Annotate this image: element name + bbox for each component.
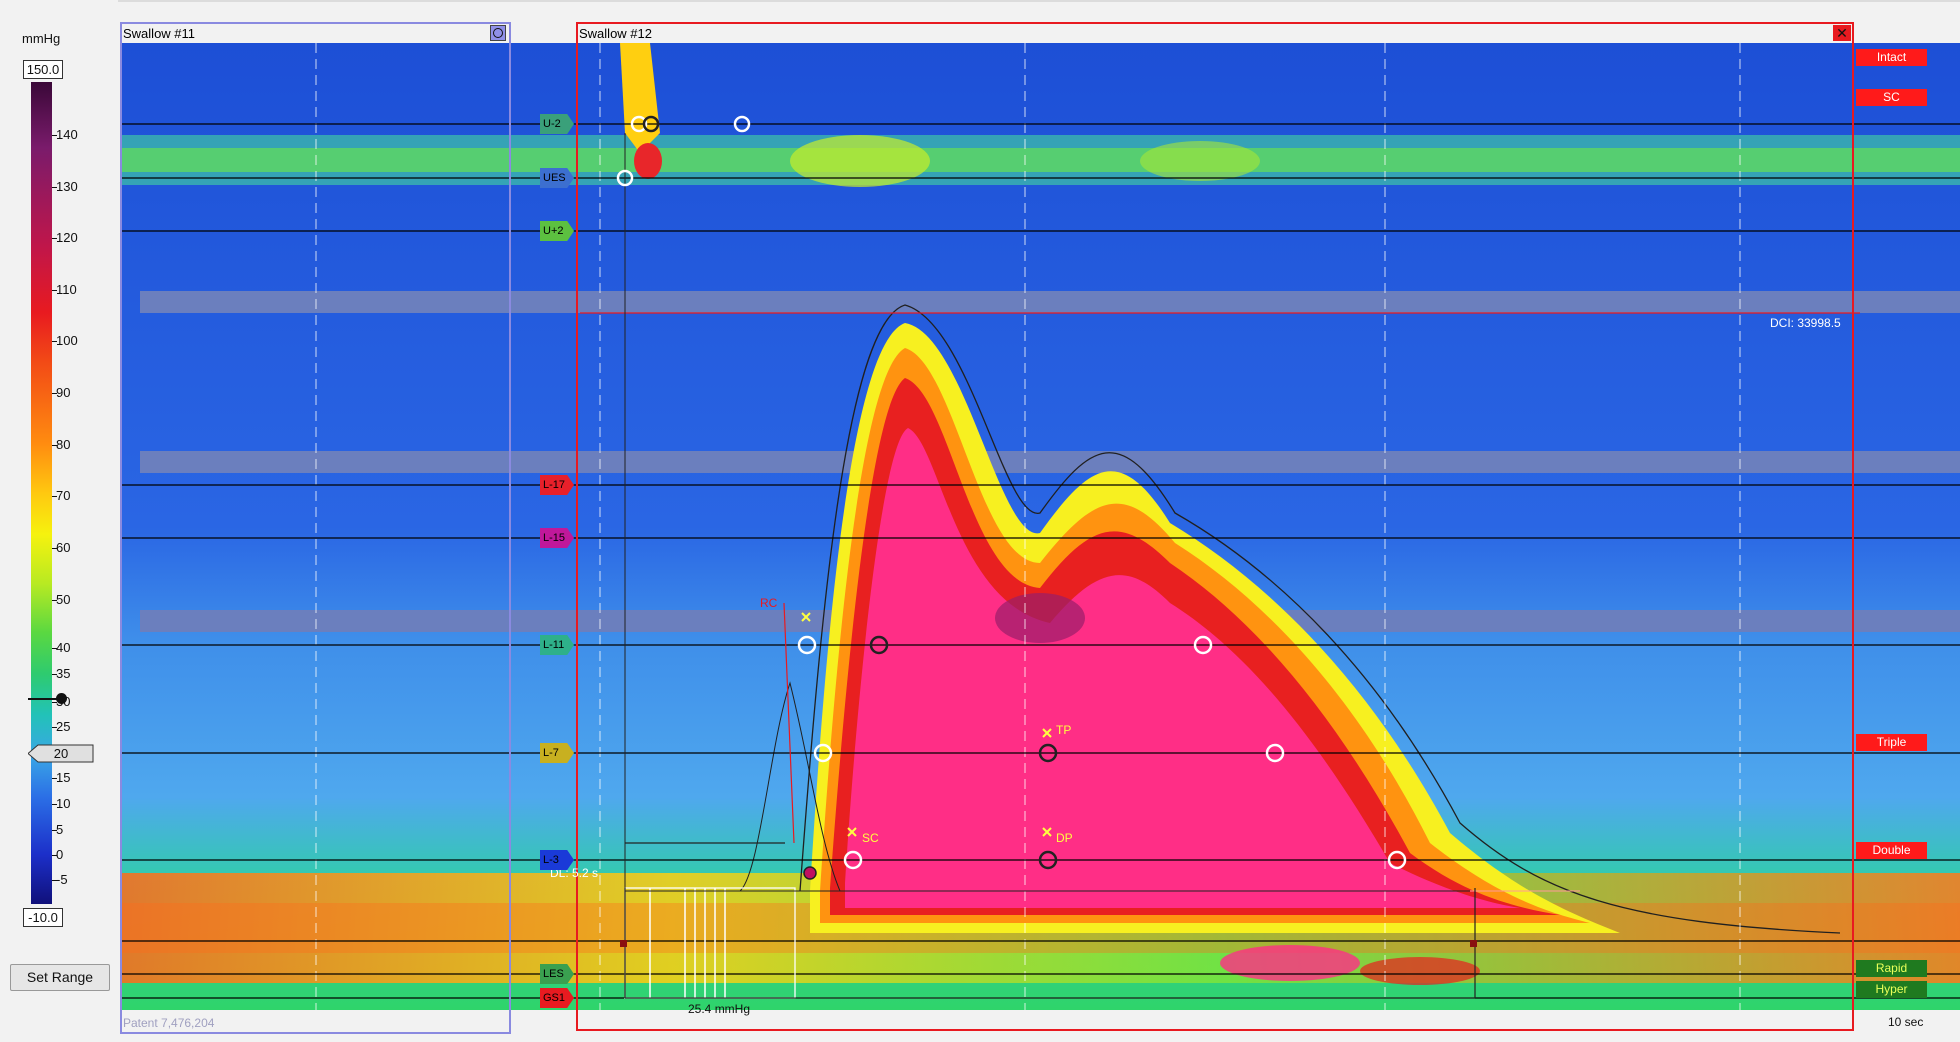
scale-tick-label: 5: [56, 822, 64, 837]
scale-tick-label: 10: [56, 796, 71, 811]
circle-icon: [493, 28, 503, 38]
scale-tick-label: 0: [56, 847, 64, 862]
sensor-label-l-3[interactable]: L-3: [540, 850, 574, 870]
scale-tick-label: 50: [56, 592, 71, 607]
sensor-label-l-17[interactable]: L-17: [540, 475, 574, 495]
panel-options-button[interactable]: [490, 25, 506, 41]
tp-marker-label: TP: [1056, 723, 1072, 737]
sensor-label-l-7[interactable]: L-7: [540, 743, 574, 763]
pressure-scale-panel: mmHg 150.0 140 130 120 110 100 90 80 70 60 50 40 35…: [0, 0, 118, 1042]
scale-tick-label: 130: [56, 179, 78, 194]
rc-marker-label: RC: [760, 596, 778, 610]
sensor-label-l-15[interactable]: L-15: [540, 528, 574, 548]
scale-tick-label: -5: [56, 872, 68, 887]
sensor-label-gs1[interactable]: GS1: [540, 988, 574, 1008]
scale-tick-label: 35: [56, 666, 71, 681]
time-scale-label: 10 sec: [1888, 1015, 1924, 1029]
scale-tick-label: 100: [56, 333, 78, 348]
patent-label: Patent 7,476,204: [123, 1016, 215, 1030]
scale-tick-label: 70: [56, 488, 71, 503]
scale-tick-label: 110: [56, 282, 77, 297]
scale-tick-label: 25: [56, 719, 71, 734]
sc-marker-label: SC: [862, 831, 879, 845]
dp-marker-label: DP: [1056, 831, 1073, 845]
scale-tick-label: 15: [56, 770, 71, 785]
threshold-handle-20[interactable]: 20: [28, 744, 94, 763]
scale-max-field[interactable]: 150.0: [23, 60, 63, 79]
scale-unit-label: mmHg: [22, 31, 61, 46]
classification-hyper[interactable]: Hyper: [1856, 981, 1927, 998]
close-icon[interactable]: ✕: [1833, 25, 1851, 41]
top-border: [0, 0, 1960, 2]
scale-tick-label: 90: [56, 385, 71, 400]
irp-value: 25.4 mmHg: [688, 1002, 751, 1016]
classification-triple[interactable]: Triple: [1856, 734, 1927, 751]
set-range-button[interactable]: Set Range: [10, 964, 110, 991]
swallow-12-title: Swallow #12: [579, 26, 652, 41]
classification-sc[interactable]: SC: [1856, 89, 1927, 106]
swallow-12-panel[interactable]: [576, 22, 1854, 1031]
scale-tick-label: 60: [56, 540, 71, 555]
swallow-11-panel[interactable]: [120, 22, 511, 1034]
sensor-label-u-plus-2[interactable]: U+2: [540, 221, 574, 241]
sensor-label-ues[interactable]: UES: [540, 168, 574, 188]
dci-value: DCI: 33998.5: [1770, 316, 1841, 330]
svg-text:20: 20: [54, 746, 68, 761]
sensor-label-u-2[interactable]: U-2: [540, 114, 574, 134]
scale-tick-label: 80: [56, 437, 71, 452]
classification-intact[interactable]: Intact: [1856, 49, 1927, 66]
classification-rapid[interactable]: Rapid: [1856, 960, 1927, 977]
threshold-handle-30[interactable]: [56, 693, 67, 704]
scale-min-field[interactable]: -10.0: [23, 908, 63, 927]
color-scale-bar: [31, 82, 52, 904]
classification-double[interactable]: Double: [1856, 842, 1927, 859]
scale-tick-label: 40: [56, 640, 71, 655]
sensor-label-les[interactable]: LES: [540, 964, 574, 984]
scale-tick-label: 120: [56, 230, 78, 245]
scale-tick-label: 140: [56, 127, 78, 142]
sensor-label-l-11[interactable]: L-11: [540, 635, 574, 655]
swallow-11-title: Swallow #11: [123, 26, 196, 41]
